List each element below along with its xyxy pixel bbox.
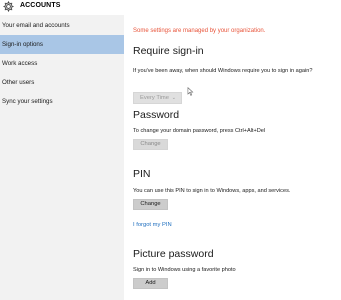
sidebar-item-sync-your-settings[interactable]: Sync your settings — [0, 92, 124, 111]
window-title: ACCOUNTS — [20, 2, 61, 9]
sidebar-item-work-access[interactable]: Work access — [0, 54, 124, 73]
title-bar: ACCOUNTS — [0, 0, 341, 15]
pin-change-button[interactable]: Change — [133, 199, 168, 210]
forgot-pin-link[interactable]: I forgot my PIN — [133, 222, 172, 228]
picture-password-heading: Picture password — [133, 248, 214, 260]
mouse-cursor-icon — [187, 87, 194, 96]
managed-notice: Some settings are managed by your organi… — [133, 28, 266, 34]
sidebar: Your email and accounts Sign-in options … — [0, 15, 124, 300]
password-heading: Password — [133, 109, 180, 121]
chevron-down-icon: ⌄ — [171, 95, 176, 101]
require-signin-description: If you've been away, when should Windows… — [133, 68, 313, 74]
picture-password-add-button[interactable]: Add — [133, 278, 168, 289]
require-signin-dropdown[interactable]: Every Time ⌄ — [133, 92, 182, 104]
sidebar-item-sign-in-options[interactable]: Sign-in options — [0, 35, 124, 54]
sidebar-item-your-email-and-accounts[interactable]: Your email and accounts — [0, 16, 124, 35]
password-description: To change your domain password, press Ct… — [133, 128, 266, 134]
pin-description: You can use this PIN to sign in to Windo… — [133, 188, 291, 194]
gear-icon — [3, 1, 14, 12]
pin-heading: PIN — [133, 168, 151, 180]
picture-password-description: Sign in to Windows using a favorite phot… — [133, 267, 236, 273]
settings-content: Some settings are managed by your organi… — [124, 15, 341, 300]
sidebar-item-other-users[interactable]: Other users — [0, 73, 124, 92]
require-signin-heading: Require sign-in — [133, 45, 204, 57]
dropdown-value: Every Time — [140, 95, 169, 101]
password-change-button[interactable]: Change — [133, 139, 168, 150]
